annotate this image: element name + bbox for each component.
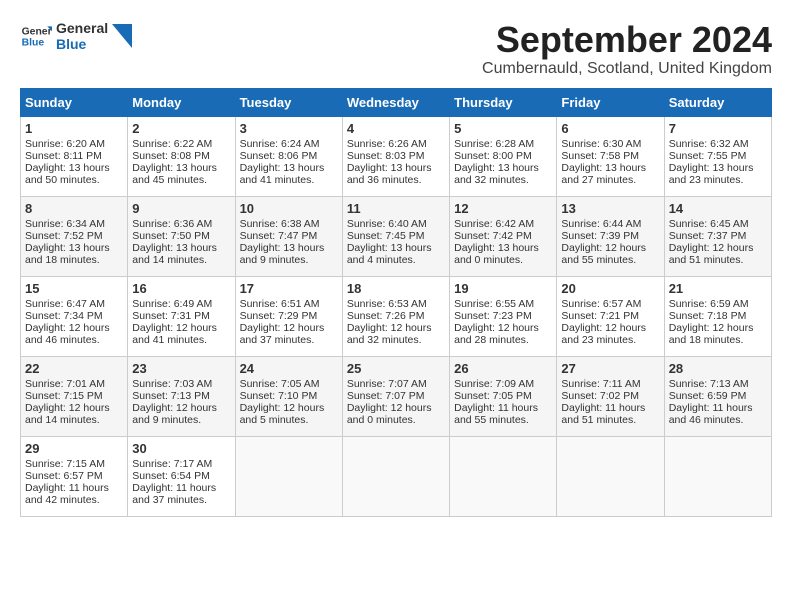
table-row: 3Sunrise: 6:24 AMSunset: 8:06 PMDaylight… xyxy=(235,116,342,196)
logo-icon: General Blue xyxy=(20,20,52,52)
table-row: 8Sunrise: 6:34 AMSunset: 7:52 PMDaylight… xyxy=(21,196,128,276)
table-row xyxy=(664,436,771,516)
table-row: 20Sunrise: 6:57 AMSunset: 7:21 PMDayligh… xyxy=(557,276,664,356)
table-row: 29Sunrise: 7:15 AMSunset: 6:57 PMDayligh… xyxy=(21,436,128,516)
table-row: 19Sunrise: 6:55 AMSunset: 7:23 PMDayligh… xyxy=(450,276,557,356)
col-friday: Friday xyxy=(557,88,664,116)
table-row: 12Sunrise: 6:42 AMSunset: 7:42 PMDayligh… xyxy=(450,196,557,276)
table-row: 13Sunrise: 6:44 AMSunset: 7:39 PMDayligh… xyxy=(557,196,664,276)
calendar-week-row: 15Sunrise: 6:47 AMSunset: 7:34 PMDayligh… xyxy=(21,276,772,356)
col-saturday: Saturday xyxy=(664,88,771,116)
col-sunday: Sunday xyxy=(21,88,128,116)
calendar-header-row: Sunday Monday Tuesday Wednesday Thursday… xyxy=(21,88,772,116)
table-row: 2Sunrise: 6:22 AMSunset: 8:08 PMDaylight… xyxy=(128,116,235,196)
table-row: 25Sunrise: 7:07 AMSunset: 7:07 PMDayligh… xyxy=(342,356,449,436)
calendar-week-row: 29Sunrise: 7:15 AMSunset: 6:57 PMDayligh… xyxy=(21,436,772,516)
location-title: Cumbernauld, Scotland, United Kingdom xyxy=(482,60,772,78)
table-row: 30Sunrise: 7:17 AMSunset: 6:54 PMDayligh… xyxy=(128,436,235,516)
month-title: September 2024 xyxy=(482,20,772,60)
table-row: 10Sunrise: 6:38 AMSunset: 7:47 PMDayligh… xyxy=(235,196,342,276)
table-row: 22Sunrise: 7:01 AMSunset: 7:15 PMDayligh… xyxy=(21,356,128,436)
title-area: September 2024 Cumbernauld, Scotland, Un… xyxy=(482,20,772,78)
page-header: General Blue General Blue September 2024… xyxy=(20,20,772,78)
table-row: 23Sunrise: 7:03 AMSunset: 7:13 PMDayligh… xyxy=(128,356,235,436)
table-row: 11Sunrise: 6:40 AMSunset: 7:45 PMDayligh… xyxy=(342,196,449,276)
table-row: 18Sunrise: 6:53 AMSunset: 7:26 PMDayligh… xyxy=(342,276,449,356)
table-row: 15Sunrise: 6:47 AMSunset: 7:34 PMDayligh… xyxy=(21,276,128,356)
table-row: 17Sunrise: 6:51 AMSunset: 7:29 PMDayligh… xyxy=(235,276,342,356)
logo-blue: Blue xyxy=(56,36,108,52)
table-row xyxy=(557,436,664,516)
table-row: 9Sunrise: 6:36 AMSunset: 7:50 PMDaylight… xyxy=(128,196,235,276)
logo-general: General xyxy=(56,20,108,36)
table-row: 7Sunrise: 6:32 AMSunset: 7:55 PMDaylight… xyxy=(664,116,771,196)
table-row: 6Sunrise: 6:30 AMSunset: 7:58 PMDaylight… xyxy=(557,116,664,196)
table-row: 28Sunrise: 7:13 AMSunset: 6:59 PMDayligh… xyxy=(664,356,771,436)
logo: General Blue General Blue xyxy=(20,20,132,52)
calendar-week-row: 22Sunrise: 7:01 AMSunset: 7:15 PMDayligh… xyxy=(21,356,772,436)
logo-arrow-icon xyxy=(112,24,132,48)
col-thursday: Thursday xyxy=(450,88,557,116)
table-row: 1Sunrise: 6:20 AMSunset: 8:11 PMDaylight… xyxy=(21,116,128,196)
table-row: 21Sunrise: 6:59 AMSunset: 7:18 PMDayligh… xyxy=(664,276,771,356)
table-row xyxy=(235,436,342,516)
calendar-week-row: 1Sunrise: 6:20 AMSunset: 8:11 PMDaylight… xyxy=(21,116,772,196)
table-row: 4Sunrise: 6:26 AMSunset: 8:03 PMDaylight… xyxy=(342,116,449,196)
table-row: 14Sunrise: 6:45 AMSunset: 7:37 PMDayligh… xyxy=(664,196,771,276)
table-row: 5Sunrise: 6:28 AMSunset: 8:00 PMDaylight… xyxy=(450,116,557,196)
svg-text:General: General xyxy=(22,26,52,37)
col-wednesday: Wednesday xyxy=(342,88,449,116)
table-row: 16Sunrise: 6:49 AMSunset: 7:31 PMDayligh… xyxy=(128,276,235,356)
col-monday: Monday xyxy=(128,88,235,116)
svg-text:Blue: Blue xyxy=(22,38,45,49)
col-tuesday: Tuesday xyxy=(235,88,342,116)
calendar-week-row: 8Sunrise: 6:34 AMSunset: 7:52 PMDaylight… xyxy=(21,196,772,276)
table-row: 26Sunrise: 7:09 AMSunset: 7:05 PMDayligh… xyxy=(450,356,557,436)
table-row xyxy=(450,436,557,516)
table-row xyxy=(342,436,449,516)
table-row: 27Sunrise: 7:11 AMSunset: 7:02 PMDayligh… xyxy=(557,356,664,436)
calendar-table: Sunday Monday Tuesday Wednesday Thursday… xyxy=(20,88,772,517)
table-row: 24Sunrise: 7:05 AMSunset: 7:10 PMDayligh… xyxy=(235,356,342,436)
